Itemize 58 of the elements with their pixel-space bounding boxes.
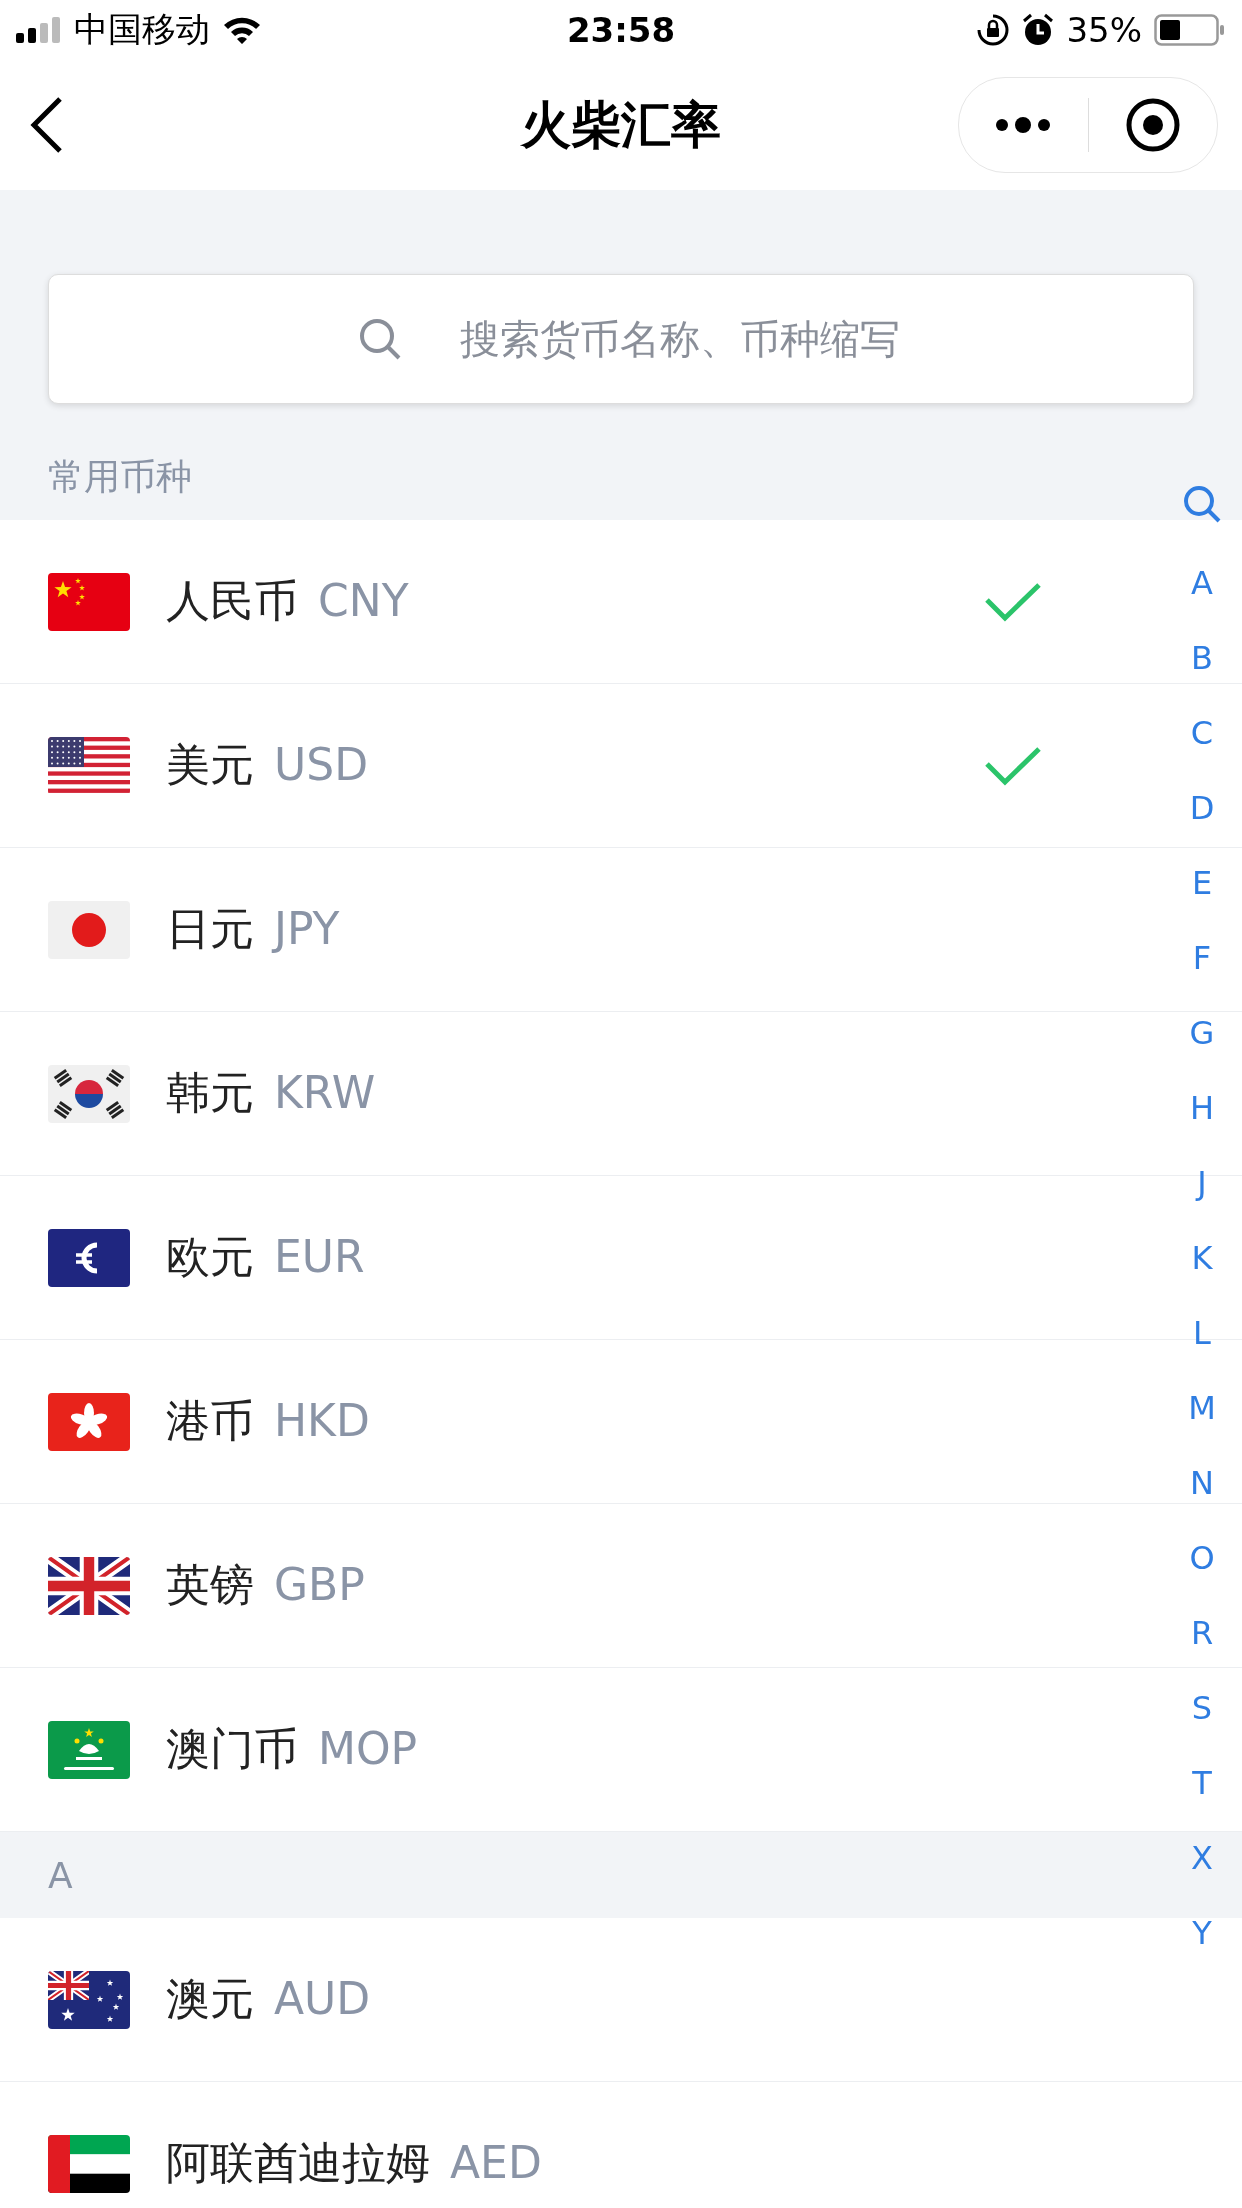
back-icon (28, 95, 64, 155)
flag-icon (48, 900, 130, 959)
currency-name: 阿联酋迪拉姆 (166, 2136, 430, 2190)
index-letter[interactable]: D (1172, 770, 1232, 845)
alarm-icon (1022, 13, 1055, 47)
status-time: 23:58 (566, 10, 676, 50)
currency-code: GBP (274, 1559, 365, 1610)
battery-percent: 35% (1066, 10, 1142, 50)
search-field[interactable]: 搜索货币名称、币种缩写 (48, 274, 1194, 404)
section-title: A (48, 1854, 73, 1896)
currency-name: 澳门币 (166, 1722, 298, 1776)
index-letter[interactable]: S (1172, 1670, 1232, 1745)
search-icon (358, 317, 402, 361)
flag-icon (48, 1392, 130, 1451)
currency-name: 人民币 (166, 574, 298, 628)
page-title: 火柴汇率 (521, 94, 721, 156)
index-letter[interactable]: H (1172, 1070, 1232, 1145)
rotation-lock-icon (976, 13, 1011, 47)
section-title: 常用币种 (48, 454, 192, 499)
currency-name: 港币 (166, 1394, 254, 1448)
currency-name: 澳元 (166, 1972, 254, 2026)
index-letter[interactable]: A (1172, 545, 1232, 620)
flag-icon (48, 1228, 130, 1287)
carrier-name: 中国移动 (74, 8, 210, 51)
currency-code: HKD (274, 1395, 370, 1446)
currency-code: AED (450, 2137, 542, 2188)
currency-name: 日元 (166, 902, 254, 956)
currency-name: 英镑 (166, 1558, 254, 1612)
more-icon (994, 116, 1053, 134)
currency-code: EUR (274, 1231, 365, 1282)
currency-name: 美元 (166, 738, 254, 792)
flag-icon (48, 572, 130, 631)
currency-code: MOP (318, 1723, 418, 1774)
index-letter[interactable]: M (1172, 1370, 1232, 1445)
index-letter[interactable]: K (1172, 1220, 1232, 1295)
target-icon (1124, 97, 1181, 153)
index-letter[interactable]: C (1172, 695, 1232, 770)
currency-code: USD (274, 739, 368, 790)
currency-name: 欧元 (166, 1230, 254, 1284)
index-letter[interactable]: R (1172, 1595, 1232, 1670)
index-letter[interactable]: T (1172, 1745, 1232, 1820)
search-icon (1182, 483, 1222, 524)
currency-code: KRW (274, 1067, 376, 1118)
index-letter[interactable]: F (1172, 920, 1232, 995)
currency-name: 韩元 (166, 1066, 254, 1120)
signal-icon (16, 17, 62, 43)
flag-icon (48, 1970, 130, 2029)
index-letter[interactable]: O (1172, 1520, 1232, 1595)
index-letter[interactable]: E (1172, 845, 1232, 920)
flag-icon (48, 1556, 130, 1615)
flag-icon (48, 1720, 130, 1779)
flag-icon (48, 736, 130, 795)
currency-code: AUD (274, 1973, 371, 2024)
flag-icon (48, 2134, 130, 2193)
battery-icon (1154, 14, 1226, 46)
flag-icon (48, 1064, 130, 1123)
wifi-icon (222, 15, 262, 45)
currency-code: CNY (318, 575, 409, 626)
